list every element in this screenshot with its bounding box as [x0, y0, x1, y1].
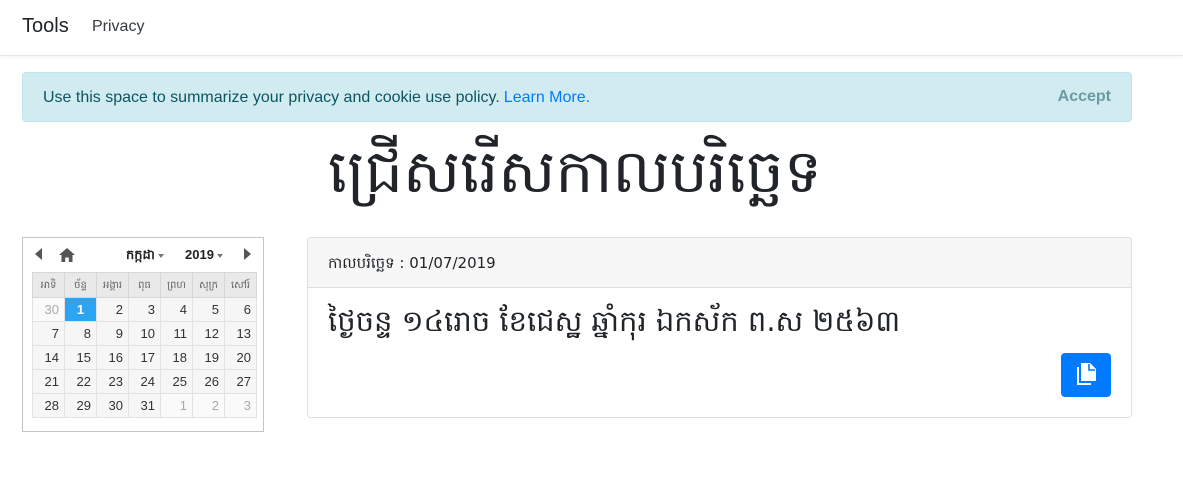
day-cell[interactable]: 31: [128, 393, 161, 418]
day-cell[interactable]: 25: [160, 369, 193, 394]
day-cell[interactable]: 27: [224, 369, 257, 394]
result-card: កាលបរិច្ឆេទ : 01/07/2019 ថ្ងៃចន្ទ ១៤រោច …: [307, 237, 1132, 418]
weekday-label: ព្រហ: [160, 272, 193, 298]
selected-date-label: កាលបរិច្ឆេទ : 01/07/2019: [328, 254, 496, 272]
day-cell[interactable]: 8: [64, 321, 97, 346]
day-cell[interactable]: 12: [192, 321, 225, 346]
copy-icon: [1077, 363, 1096, 385]
day-cell[interactable]: 14: [32, 345, 65, 370]
day-cell[interactable]: 10: [128, 321, 161, 346]
year-label: 2019: [185, 247, 214, 262]
cookie-consent-alert: Use this space to summarize your privacy…: [22, 72, 1132, 122]
day-cell[interactable]: 9: [96, 321, 129, 346]
week-row: 14 15 16 17 18 19 20: [32, 345, 257, 370]
day-cell[interactable]: 4: [160, 297, 193, 322]
brand-link[interactable]: Tools: [22, 15, 69, 38]
day-cell[interactable]: 20: [224, 345, 257, 370]
cookie-message-text: Use this space to summarize your privacy…: [43, 89, 500, 106]
day-cell[interactable]: 21: [32, 369, 65, 394]
home-icon[interactable]: [59, 248, 75, 262]
day-cell[interactable]: 2: [96, 297, 129, 322]
calendar-grid: អាទិ ច័ន្ទ អង្គារ ពុធ ព្រហ សុក្រ សៅរ៍ 30…: [32, 272, 257, 418]
day-cell[interactable]: 7: [32, 321, 65, 346]
chevron-left-icon[interactable]: [35, 248, 42, 260]
cookie-message: Use this space to summarize your privacy…: [43, 89, 590, 107]
month-select[interactable]: កក្កដា: [126, 247, 164, 266]
day-cell[interactable]: 3: [128, 297, 161, 322]
day-cell[interactable]: 22: [64, 369, 97, 394]
chevron-right-icon[interactable]: [244, 248, 251, 260]
day-cell[interactable]: 11: [160, 321, 193, 346]
day-cell[interactable]: 18: [160, 345, 193, 370]
calendar-header: កក្កដា 2019: [23, 238, 263, 272]
day-cell[interactable]: 19: [192, 345, 225, 370]
day-cell[interactable]: 28: [32, 393, 65, 418]
day-cell[interactable]: 2: [192, 393, 225, 418]
weekday-row: អាទិ ច័ន្ទ អង្គារ ពុធ ព្រហ សុក្រ សៅរ៍: [32, 272, 257, 298]
day-cell[interactable]: 17: [128, 345, 161, 370]
day-cell[interactable]: 3: [224, 393, 257, 418]
day-cell[interactable]: 16: [96, 345, 129, 370]
card-header: កាលបរិច្ឆេទ : 01/07/2019: [308, 238, 1131, 288]
week-row: 28 29 30 31 1 2 3: [32, 393, 257, 418]
weekday-label: ច័ន្ទ: [64, 272, 97, 298]
weekday-label: អាទិ: [32, 272, 65, 298]
day-cell[interactable]: 15: [64, 345, 97, 370]
caret-down-icon: [157, 253, 164, 258]
weekday-label: ពុធ: [128, 272, 161, 298]
page-title: ជ្រើសរើសកាលបរិច្ឆេទ: [328, 137, 822, 207]
weekday-label: សុក្រ: [192, 272, 225, 298]
lunar-date-text: ថ្ងៃចន្ទ ១៤រោច ខែជេស្ឋ ឆ្នាំកុរ ឯកស័ក ព.…: [328, 304, 901, 338]
copy-button[interactable]: [1061, 353, 1111, 397]
day-cell[interactable]: 26: [192, 369, 225, 394]
day-cell[interactable]: 30: [32, 297, 65, 322]
day-cell-selected[interactable]: 1: [64, 297, 97, 322]
day-cell[interactable]: 5: [192, 297, 225, 322]
date-picker: កក្កដា 2019 អាទិ ច័ន្ទ អង្គារ ពុធ ព្រហ ស…: [22, 237, 264, 432]
navbar: Tools Privacy: [0, 0, 1183, 56]
day-cell[interactable]: 24: [128, 369, 161, 394]
day-cell[interactable]: 23: [96, 369, 129, 394]
nav-link-privacy[interactable]: Privacy: [92, 18, 144, 36]
weekday-label: អង្គារ: [96, 272, 129, 298]
week-row: 21 22 23 24 25 26 27: [32, 369, 257, 394]
week-row: 30 1 2 3 4 5 6: [32, 297, 257, 322]
date-value: 01/07/2019: [409, 254, 496, 272]
learn-more-link[interactable]: Learn More.: [504, 89, 590, 106]
year-select[interactable]: 2019: [185, 247, 223, 262]
day-cell[interactable]: 29: [64, 393, 97, 418]
caret-down-icon: [216, 253, 223, 258]
day-cell[interactable]: 6: [224, 297, 257, 322]
day-cell[interactable]: 13: [224, 321, 257, 346]
weekday-label: សៅរ៍: [224, 272, 257, 298]
week-row: 7 8 9 10 11 12 13: [32, 321, 257, 346]
day-cell[interactable]: 1: [160, 393, 193, 418]
date-caption: កាលបរិច្ឆេទ: [328, 254, 395, 272]
month-label: កក្កដា: [126, 248, 155, 263]
accept-button[interactable]: Accept: [1058, 88, 1111, 106]
day-cell[interactable]: 30: [96, 393, 129, 418]
